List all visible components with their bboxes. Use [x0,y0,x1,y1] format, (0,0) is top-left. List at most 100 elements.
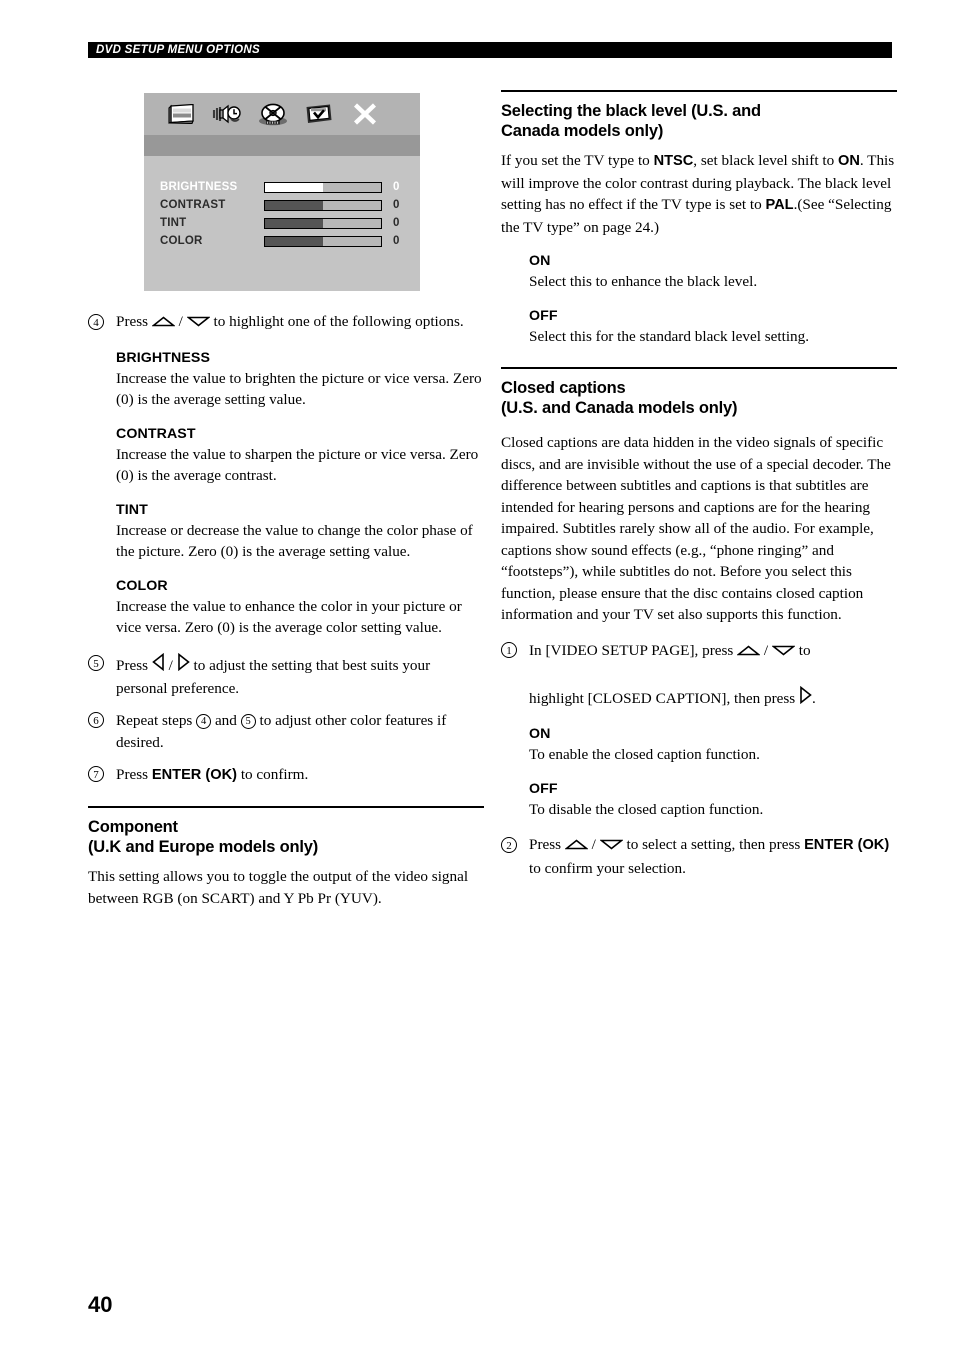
osd-row-brightness[interactable]: BRIGHTNESS 0 [144,178,420,196]
section-body-closed-captions: Closed captions are data hidden in the v… [501,434,891,623]
disc-video-icon [250,102,296,126]
osd-row-tint[interactable]: TINT 0 [144,214,420,232]
step-4: 4 Press / to highlight one of the follow… [88,311,484,335]
step-number: 7 [88,766,104,782]
option-body-color: Increase the value to enhance the color … [116,597,462,637]
cc-step-1-text-d: . [812,689,816,707]
option-title-on: ON [529,253,551,269]
section-heading-closed-captions-line2: (U.S. and Canada models only) [501,399,738,417]
cc-step-1-text-a: In [VIDEO SETUP PAGE], press [529,641,734,659]
osd-value-contrast: 0 [393,199,400,211]
section-body-black-level: If you set the TV type to NTSC, set blac… [501,150,897,238]
osd-slider-fill [265,218,323,228]
option-body-cc-off: To disable the closed caption function. [529,800,764,818]
right-arrow-icon [799,685,812,712]
option-body-tint: Increase or decrease the value to change… [116,521,473,561]
section-divider [501,90,897,92]
osd-slider-tint[interactable] [264,217,382,229]
step-reference-4: 4 [196,713,212,729]
enter-ok-key-label: ENTER (OK) [804,837,890,853]
option-title-brightness: BRIGHTNESS [116,349,211,366]
osd-slider-fill [265,182,323,192]
osd-label-brightness: BRIGHTNESS [160,181,238,193]
preferences-icon [296,103,342,125]
cc-option-off: OFF To disable the closed caption functi… [501,780,897,821]
black-level-option-on: ON Select this to enhance the black leve… [501,252,897,293]
osd-value-brightness: 0 [393,181,400,193]
black-level-option-off: OFF Select this for the standard black l… [501,307,897,348]
cc-step-2-text-before: Press [529,836,562,853]
option-contrast: CONTRAST Increase the value to sharpen t… [88,425,484,487]
cc-step-1: 1 In [VIDEO SETUP PAGE], press / to high… [501,640,897,712]
osd-label-color: COLOR [160,235,203,247]
step-6: 6 Repeat steps 4 and 5 to adjust other c… [88,710,484,755]
osd-video-setup-screenshot: BRIGHTNESS 0 CONTRAST 0 TINT 0 COLOR 0 [144,93,420,291]
option-title-contrast: CONTRAST [116,425,196,442]
osd-slider-contrast[interactable] [264,199,382,211]
option-body-contrast: Increase the value to sharpen the pictur… [116,445,479,485]
up-arrow-icon [564,835,589,858]
section-closed-captions: Closed captions (U.S. and Canada models … [501,367,897,880]
up-arrow-icon [151,312,176,335]
section-heading-black-level-line1: Selecting the black level (U.S. and [501,102,761,120]
section-heading-closed-captions-line1: Closed captions [501,379,626,397]
cc-step-2-text-mid: to select a setting, then press [626,836,801,853]
osd-settings-list: BRIGHTNESS 0 CONTRAST 0 TINT 0 COLOR 0 [144,156,420,250]
arrow-separator: / [178,313,183,330]
running-header-bar: DVD SETUP MENU OPTIONS [88,42,892,58]
step-4-text-after: to highlight one of the following option… [213,313,464,330]
section-divider [88,806,484,808]
right-column: Selecting the black level (U.S. and Cana… [501,90,897,880]
osd-slider-fill [265,236,323,246]
cc-step-2: 2 Press / to select a setting, then pres… [501,834,897,880]
page-number: 40 [88,1292,113,1317]
step-number: 4 [88,313,104,330]
osd-value-color: 0 [393,235,400,247]
osd-title-strip [144,135,420,156]
tv-display-icon [158,104,204,124]
option-title-off: OFF [529,307,558,324]
osd-label-tint: TINT [160,217,187,229]
option-body-cc-on: To enable the closed caption function. [529,746,760,763]
option-title-color: COLOR [116,577,168,594]
down-arrow-icon [185,312,211,335]
step-7-text-before: Press [116,765,149,783]
cc-step-1-text-c: highlight [CLOSED CAPTION], then press [529,689,796,707]
step-7: 7 Press ENTER (OK) to confirm. [88,764,484,787]
osd-row-contrast[interactable]: CONTRAST 0 [144,196,420,214]
enter-ok-key-label: ENTER (OK) [151,766,238,783]
option-title-cc-on: ON [529,726,551,742]
up-arrow-icon [736,641,761,664]
step-6-text-b: and [214,711,237,729]
black-level-text-1: If you set the TV type to [501,152,654,169]
step-5: 5 Press / to adjust the setting that bes… [88,652,484,701]
step-7-text-after: to confirm. [240,765,309,783]
option-tint: TINT Increase or decrease the value to c… [88,501,484,563]
section-divider [501,367,897,369]
right-arrow-icon [177,652,190,679]
black-level-text-2: , set black level shift to [693,152,838,169]
option-color: COLOR Increase the value to enhance the … [88,577,484,639]
step-number: 6 [88,712,104,728]
section-heading-component-line1: Component [88,818,178,836]
cc-step-2-text-after: to confirm your selection. [529,859,686,877]
osd-label-contrast: CONTRAST [160,199,226,211]
osd-slider-color[interactable] [264,235,382,247]
running-header-title: DVD SETUP MENU OPTIONS [96,44,260,56]
section-heading-component-line2: (U.K and Europe models only) [88,838,319,856]
cc-step-1-text-b: to [798,641,811,659]
osd-row-color[interactable]: COLOR 0 [144,232,420,250]
down-arrow-icon [771,641,796,664]
step-reference-5: 5 [240,713,256,729]
left-column: BRIGHTNESS 0 CONTRAST 0 TINT 0 COLOR 0 4… [88,90,484,909]
osd-icon-bar [144,93,420,135]
option-title-cc-off: OFF [529,780,558,797]
section-black-level: Selecting the black level (U.S. and Cana… [501,90,897,347]
step-6-text-a: Repeat steps [116,711,193,729]
osd-slider-brightness[interactable] [264,181,382,193]
osd-value-tint: 0 [393,217,400,229]
step-4-text-before: Press [116,313,149,330]
cc-option-on: ON To enable the closed caption function… [501,725,897,766]
option-body-on: Select this to enhance the black level. [529,273,758,290]
step-number: 5 [88,655,104,671]
